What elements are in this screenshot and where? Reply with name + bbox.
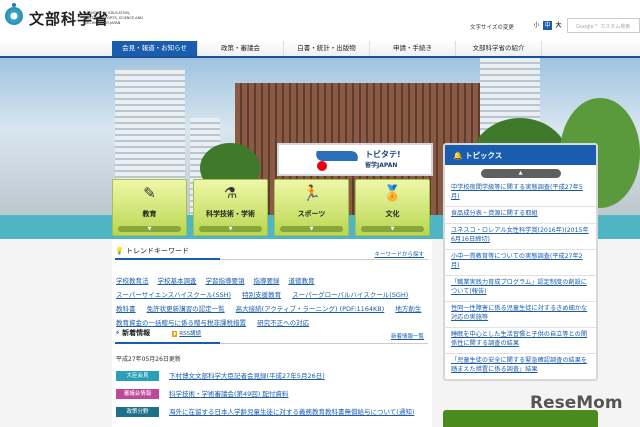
scroll-up-button[interactable]: ▲ <box>480 169 561 178</box>
bell-icon: 🔔 <box>453 151 463 160</box>
tile-culture[interactable]: 🏅 文化 ▼ <box>355 179 430 236</box>
topic-link[interactable]: 小中一貫教育等についての実態調査(平成27年2月) <box>445 250 596 276</box>
keyword-list: 学校教育法 学校基本調査 学習指導要領 指導要録 道徳教育 スーパーサイエンスハイスクー… <box>116 274 431 330</box>
watermark-logo: ReseMom <box>530 393 623 413</box>
keyword-link[interactable]: 指導要録 <box>254 277 280 285</box>
lightbulb-icon: 💡 <box>115 247 124 255</box>
section-underline <box>115 258 220 260</box>
font-small-button[interactable]: 小 <box>532 21 541 30</box>
topic-link[interactable]: 「児童生徒の安全に関する緊急確認調査の結果を踏まえた措置に係る調査」結果 <box>445 354 596 379</box>
news-link[interactable]: 科学技術・学術審議会(第49回) 配付資料 <box>169 389 431 399</box>
bird-logo-icon <box>313 151 361 161</box>
keyword-link[interactable]: 教科書 <box>116 305 136 313</box>
runner-icon: 🏃 <box>302 184 321 202</box>
topics-panel: 🔔 トピックス ▲ 中学校夜間学級等に関する実態調査(平成27年5月) 食品成分… <box>443 143 598 381</box>
flask-icon: ⚗ <box>223 184 238 202</box>
keyword-link[interactable]: 道徳教育 <box>289 277 315 285</box>
font-size-label: 文字サイズの変更 <box>470 25 514 31</box>
tile-label: スポーツ <box>297 210 326 218</box>
keyword-link[interactable]: 研究不正への対応 <box>257 319 309 327</box>
topic-link[interactable]: 食品成分表・資源に関する取組 <box>445 207 596 224</box>
news-link[interactable]: 下村博文文部科学大臣記者会見録(平成27年5月26日) <box>169 371 431 381</box>
ministry-logo-icon[interactable] <box>5 7 23 25</box>
chevron-down-icon[interactable]: ▼ <box>361 226 424 232</box>
tile-label: 文化 <box>385 210 400 218</box>
header: 文部科学省 MINISTRY OF EDUCATION, CULTURE, SP… <box>0 0 640 41</box>
medal-icon: 🏅 <box>383 184 402 202</box>
keyword-search-link[interactable]: キーワードから探す <box>374 250 424 258</box>
tile-science[interactable]: ⚗ 科学技術・学術 ▼ <box>193 179 268 236</box>
nav-publications[interactable]: 白書・統計・出版物 <box>284 41 370 56</box>
news-tag: 審議会情報 <box>116 389 159 399</box>
rss-link[interactable]: RSS講読 <box>179 331 201 337</box>
topics-header: 🔔 トピックス <box>445 145 596 165</box>
topic-link[interactable]: 性同一性障害に係る児童生徒に対するきめ細かな対応の実施等 <box>445 302 596 328</box>
keyword-link[interactable]: スーパーサイエンスハイスクール(SSH) <box>116 291 231 299</box>
tile-label: 教育 <box>142 210 157 218</box>
font-medium-button[interactable]: 中 <box>543 21 552 30</box>
logo-english: MINISTRY OF EDUCATION, CULTURE, SPORTS, … <box>85 11 143 25</box>
tile-education[interactable]: ✎ 教育 ▼ <box>112 179 187 236</box>
keyword-link[interactable]: 学習指導要領 <box>206 277 245 285</box>
topic-link[interactable]: 睡眠を中心とした生活習慣と子供の自立等との関係性に関する調査の結果 <box>445 328 596 354</box>
trend-header: 💡 トレンドキーワード キーワードから探す <box>115 246 428 260</box>
banner-subtitle: 留学JAPAN <box>365 162 398 169</box>
topic-link[interactable]: ユネスコ・ロレアル女性科学賞(2016年)(2015年6月16日締切) <box>445 224 596 250</box>
news-header: ⚡ 新着情報 ◗ RSS講読 新着情報一覧 <box>115 328 428 344</box>
keyword-link[interactable]: 学校教育法 <box>116 277 149 285</box>
lightning-icon: ⚡ <box>115 329 120 337</box>
keyword-link[interactable]: 教育資金の一括贈与に係る贈与税非課税措置 <box>116 319 246 327</box>
news-list-link[interactable]: 新着情報一覧 <box>391 332 424 340</box>
main-nav: 会見・報道・お知らせ 政策・審議会 白書・統計・出版物 申請・手続き 文部科学省… <box>0 41 640 58</box>
keyword-link[interactable]: 学校基本調査 <box>158 277 197 285</box>
sun-logo-icon <box>317 161 327 171</box>
chevron-down-icon[interactable]: ▼ <box>280 226 343 232</box>
tobitate-banner[interactable]: トビタテ! 留学JAPAN <box>277 143 433 176</box>
nav-press[interactable]: 会見・報道・お知らせ <box>112 41 198 56</box>
search-input[interactable]: Google™ カスタム検索 <box>567 18 640 33</box>
chevron-down-icon[interactable]: ▼ <box>118 226 181 232</box>
nav-policy[interactable]: 政策・審議会 <box>198 41 284 56</box>
chevron-down-icon[interactable]: ▼ <box>199 226 262 232</box>
keyword-link[interactable]: スーパーグローバルハイスクール(SGH) <box>292 291 408 299</box>
news-tag: 政策分野 <box>116 407 159 417</box>
section-underline <box>115 342 220 344</box>
news-tag: 大臣会見 <box>116 371 159 381</box>
font-large-button[interactable]: 大 <box>554 21 563 30</box>
banner-title: トビタテ! <box>365 150 401 159</box>
keyword-link[interactable]: 高大接続(アクティブ・ラーニング) (PDF:1164KB) <box>236 305 385 313</box>
topic-link[interactable]: 中学校夜間学級等に関する実態調査(平成27年5月) <box>445 181 596 207</box>
rss-icon[interactable]: ◗ <box>172 331 178 337</box>
topics-title: トピックス <box>464 151 503 160</box>
nav-applications[interactable]: 申請・手続き <box>370 41 456 56</box>
trend-title: トレンドキーワード <box>125 247 189 255</box>
pencil-icon: ✎ <box>143 184 156 202</box>
nav-about[interactable]: 文部科学省の紹介 <box>456 41 542 56</box>
news-link[interactable]: 海外に在留する日本人学齢児童生徒に対する義務教育教科書無償給与について(通知) <box>169 407 431 417</box>
tile-label: 科学技術・学術 <box>206 210 255 218</box>
keyword-link[interactable]: 特別支援教育 <box>242 291 281 299</box>
tile-sports[interactable]: 🏃 スポーツ ▼ <box>274 179 349 236</box>
news-title: 新着情報 <box>122 329 151 337</box>
keyword-link[interactable]: 免許状更新講習の認定一覧 <box>147 305 225 313</box>
keyword-link[interactable]: 地方創生 <box>395 305 421 313</box>
update-date: 平成27年05月26日更新 <box>116 356 181 363</box>
topic-link[interactable]: 「職業実践力育成プログラム」認定制度の創設について(報告) <box>445 276 596 302</box>
logo-dot <box>12 3 16 7</box>
